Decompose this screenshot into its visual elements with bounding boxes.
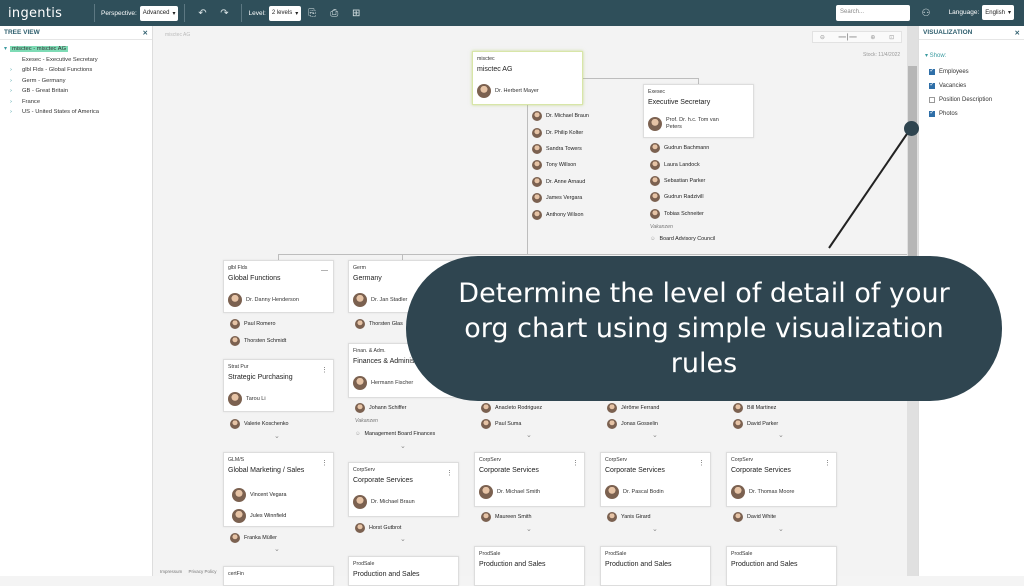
- callout-text: Determine the level of detail of your or…: [458, 278, 950, 379]
- callout-pointer-line: [828, 127, 912, 249]
- callout-dot: [904, 121, 919, 136]
- callout-bubble: Determine the level of detail of your or…: [406, 256, 1002, 401]
